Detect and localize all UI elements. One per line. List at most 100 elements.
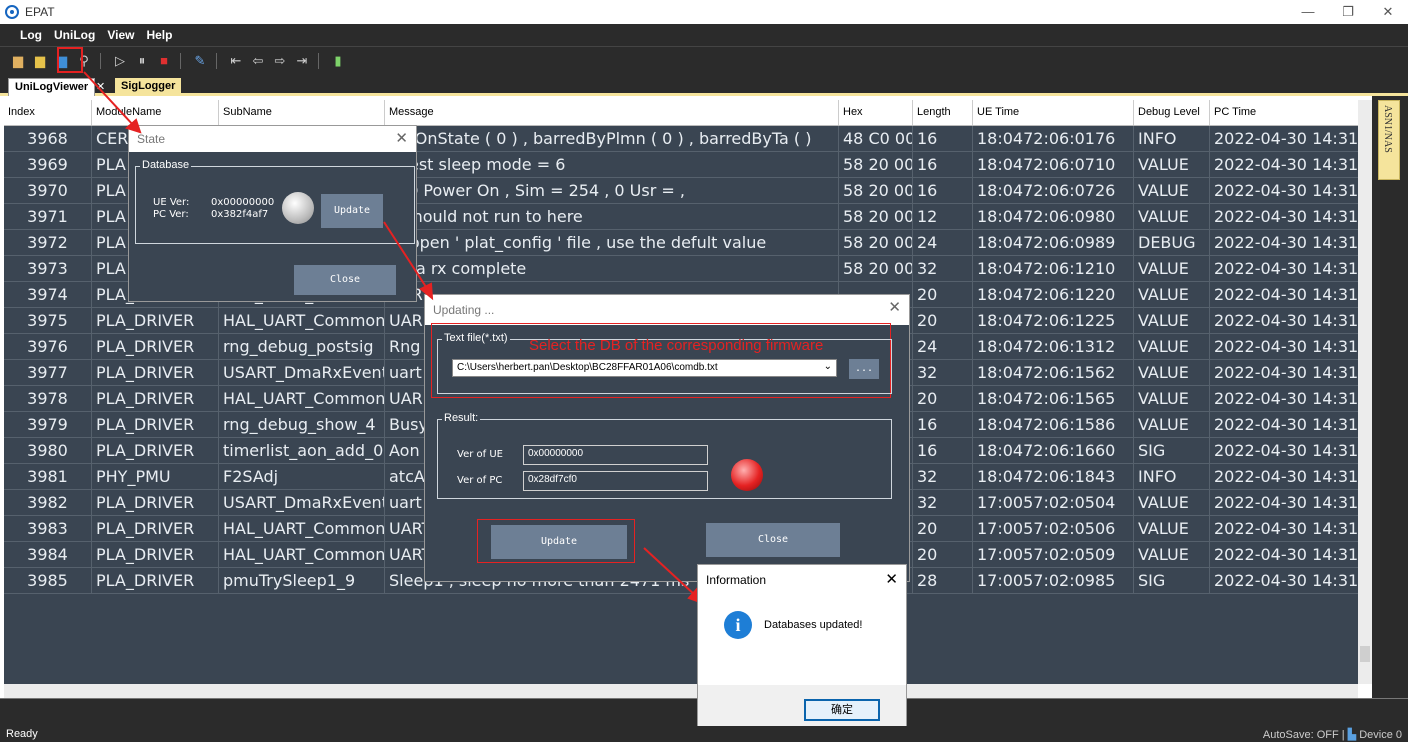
cell-subname: HAL_UART_Common <box>219 542 385 567</box>
cell-subname: F2SAdj <box>219 464 385 489</box>
minimize-icon[interactable]: — <box>1288 0 1328 24</box>
restore-icon[interactable]: ❐ <box>1328 0 1368 24</box>
col-index[interactable]: Index <box>4 100 92 125</box>
cell-debug-level: VALUE <box>1134 308 1210 333</box>
prev-icon[interactable]: ⇦ <box>248 51 268 71</box>
first-icon[interactable]: ⇤ <box>226 51 246 71</box>
cell-length: 16 <box>913 126 973 151</box>
col-message[interactable]: Message <box>385 100 839 125</box>
pc-ver-field[interactable]: 0x28df7cf0 <box>523 471 708 491</box>
clear-icon[interactable]: ✎ <box>190 51 210 71</box>
cell-debug-level: VALUE <box>1134 490 1210 515</box>
cell-message: NIO Power On , Sim = 254 , 0 Usr = , <box>385 178 839 203</box>
ue-ver-field[interactable]: 0x00000000 <box>523 445 708 465</box>
cell-debug-level: VALUE <box>1134 412 1210 437</box>
cell-message: mpOnState ( 0 ) , barredByPlmn ( 0 ) , b… <box>385 126 839 151</box>
dialog-titlebar: State ✕ <box>129 126 416 152</box>
close-icon[interactable]: ✕ <box>888 298 901 316</box>
close-icon[interactable]: ✕ <box>395 129 408 147</box>
device-status: Device 0 <box>1359 729 1402 741</box>
cell-pc-time: 2022-04-30 14:31:1 <box>1210 204 1372 229</box>
vertical-scrollbar[interactable] <box>1358 100 1372 684</box>
horizontal-scrollbar[interactable] <box>4 684 1358 698</box>
cell-pc-time: 2022-04-30 14:31:1 <box>1210 178 1372 203</box>
col-length[interactable]: Length <box>913 100 973 125</box>
cell-debug-level: VALUE <box>1134 334 1210 359</box>
cell-module: PLA_DRIVER <box>92 438 219 463</box>
cell-index: 3975 <box>4 308 92 333</box>
cell-pc-time: 2022-04-30 14:31:1 <box>1210 386 1372 411</box>
cell-index: 3972 <box>4 230 92 255</box>
cell-length: 20 <box>913 386 973 411</box>
tab-siglogger[interactable]: SigLogger <box>115 78 182 96</box>
table-header: Index ModuleName SubName Message Hex Len… <box>4 100 1372 126</box>
file-path-combobox[interactable]: C:\Users\herbert.pan\Desktop\BC28FFAR01A… <box>452 359 837 377</box>
cell-hex: 58 20 00 <box>839 178 913 203</box>
tab-close-icon[interactable]: ✕ <box>96 80 105 93</box>
last-icon[interactable]: ⇥ <box>292 51 312 71</box>
ue-ver-label: UE Ver: <box>153 197 190 208</box>
cell-module: PLA_DRIVER <box>92 516 219 541</box>
cell-debug-level: INFO <box>1134 126 1210 151</box>
next-icon[interactable]: ⇨ <box>270 51 290 71</box>
stop-icon[interactable]: ■ <box>154 51 174 71</box>
ok-button[interactable]: 确定 <box>804 699 880 721</box>
menu-unilog[interactable]: UniLog <box>54 28 95 42</box>
cell-pc-time: 2022-04-30 14:31:1 <box>1210 282 1372 307</box>
play-icon[interactable]: ▷ <box>110 51 130 71</box>
browse-button[interactable]: ... <box>849 359 879 379</box>
cell-ue-time: 18:0472:06:1843 <box>973 464 1134 489</box>
cell-subname: USART_DmaRxEvent_ <box>219 490 385 515</box>
cell-pc-time: 2022-04-30 14:31:1 <box>1210 360 1372 385</box>
updating-dialog: Updating ... ✕ Text file(*.txt) Select t… <box>424 294 910 582</box>
status-indicator-icon <box>731 459 763 491</box>
menu-help[interactable]: Help <box>146 28 172 42</box>
pause-icon[interactable]: ⏸ <box>132 51 152 71</box>
status-bar: Ready AutoSave: OFF | ▙ Device 0 <box>0 726 1408 742</box>
save-icon[interactable]: ▆ <box>30 51 50 71</box>
close-button[interactable]: Close <box>294 265 396 295</box>
scroll-thumb[interactable] <box>1360 646 1370 662</box>
col-debug-level[interactable]: Debug Level <box>1134 100 1210 125</box>
close-icon[interactable]: ✕ <box>885 570 898 588</box>
tab-unilogviewer[interactable]: UniLogViewer <box>8 78 96 96</box>
menu-view[interactable]: View <box>107 28 134 42</box>
col-hex[interactable]: Hex <box>839 100 913 125</box>
right-panel <box>1372 96 1408 702</box>
device-icon[interactable]: ▮ <box>328 51 348 71</box>
cell-debug-level: INFO <box>1134 464 1210 489</box>
cell-length: 24 <box>913 230 973 255</box>
update-button[interactable]: Update <box>321 194 383 228</box>
cell-subname: rng_debug_postsig <box>219 334 385 359</box>
pc-ver-value: 0x382f4af7 <box>211 209 269 220</box>
cell-ue-time: 18:0472:06:0980 <box>973 204 1134 229</box>
annotation-text: Select the DB of the corresponding firmw… <box>529 337 824 354</box>
col-module[interactable]: ModuleName <box>92 100 219 125</box>
cell-subname: HAL_UART_Common <box>219 386 385 411</box>
cell-ue-time: 18:0472:06:1312 <box>973 334 1134 359</box>
menu-log[interactable]: Log <box>20 28 42 42</box>
update-button[interactable]: Update <box>491 525 627 559</box>
side-tab-asn1-nas[interactable]: ASN1/NAS <box>1378 100 1400 180</box>
cell-index: 3981 <box>4 464 92 489</box>
cell-subname: rng_debug_show_4 <box>219 412 385 437</box>
cell-length: 16 <box>913 152 973 177</box>
close-button[interactable]: Close <box>706 523 840 557</box>
file-path-value: C:\Users\herbert.pan\Desktop\BC28FFAR01A… <box>457 362 718 373</box>
cell-hex: 58 20 00 <box>839 230 913 255</box>
cell-debug-level: SIG <box>1134 438 1210 463</box>
col-subname[interactable]: SubName <box>219 100 385 125</box>
cell-debug-level: VALUE <box>1134 386 1210 411</box>
cell-ue-time: 18:0472:06:1660 <box>973 438 1134 463</box>
open-folder-icon[interactable]: ▆ <box>8 51 28 71</box>
close-window-icon[interactable]: ✕ <box>1368 0 1408 24</box>
chevron-down-icon[interactable]: ⌄ <box>824 361 832 372</box>
cell-index: 3977 <box>4 360 92 385</box>
cell-index: 3983 <box>4 516 92 541</box>
col-ue-time[interactable]: UE Time <box>973 100 1134 125</box>
cell-message: p should not run to here <box>385 204 839 229</box>
col-pc-time[interactable]: PC Time <box>1210 100 1372 125</box>
cell-pc-time: 2022-04-30 14:31:1 <box>1210 542 1372 567</box>
pc-ver-label: PC Ver: <box>153 209 189 220</box>
side-tab-label: ASN1/NAS <box>1382 105 1393 153</box>
